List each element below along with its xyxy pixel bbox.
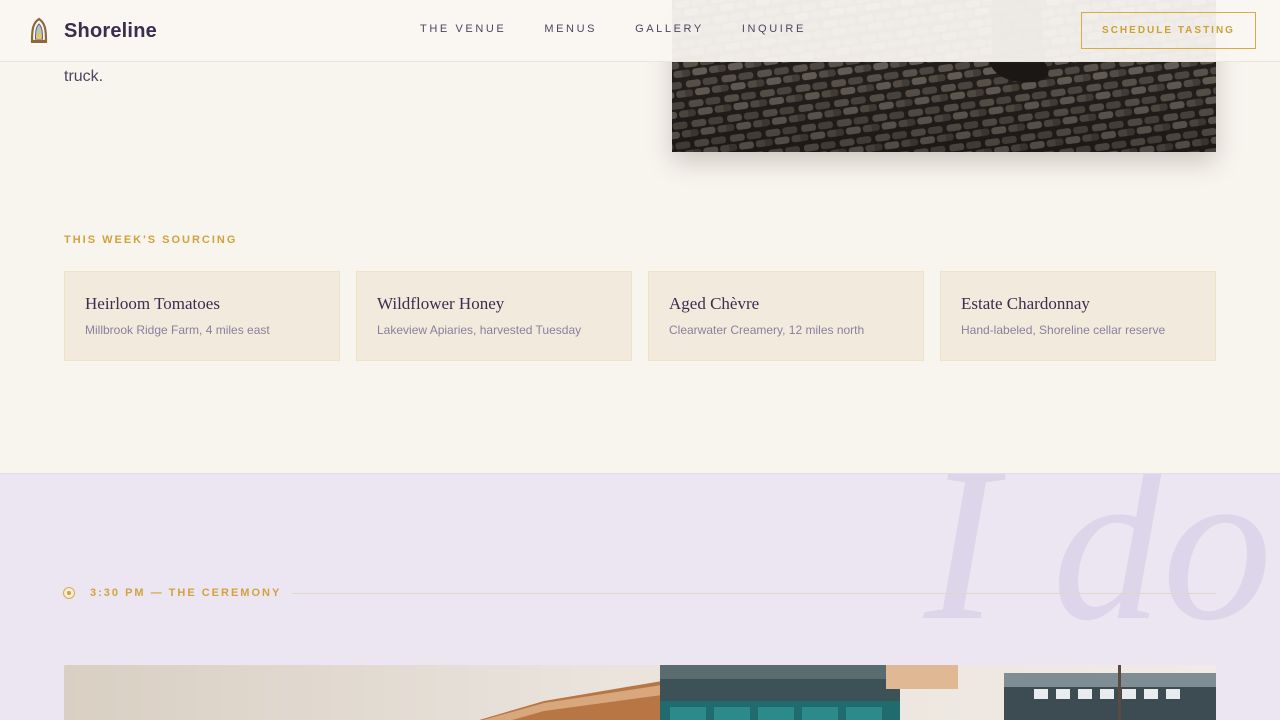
ceremony-watermark: I do: [924, 473, 1273, 666]
sourcing-cards: Heirloom Tomatoes Millbrook Ridge Farm, …: [64, 271, 1216, 361]
page: Shoreline THE VENUE MENUS GALLERY INQUIR…: [0, 0, 1280, 720]
timeline-divider: [292, 593, 1216, 594]
nav-item-menus[interactable]: MENUS: [544, 23, 597, 35]
sourcing-card-detail: Clearwater Creamery, 12 miles north: [669, 323, 865, 337]
nav-item-venue[interactable]: THE VENUE: [420, 23, 506, 35]
sourcing-card: Heirloom Tomatoes Millbrook Ridge Farm, …: [64, 271, 340, 361]
sourcing-card: Estate Chardonnay Hand-labeled, Shorelin…: [940, 271, 1216, 361]
sourcing-heading: THIS WEEK'S SOURCING: [64, 234, 238, 246]
timeline-dot-icon: [63, 587, 75, 599]
sourcing-card-title: Estate Chardonnay: [961, 294, 1090, 313]
sourcing-card-detail: Hand-labeled, Shoreline cellar reserve: [961, 323, 1166, 337]
sourcing-card-title: Heirloom Tomatoes: [85, 294, 220, 313]
sourcing-card: Wildflower Honey Lakeview Apiaries, harv…: [356, 271, 632, 361]
ceremony-time-label: 3:30 PM — THE CEREMONY: [90, 587, 282, 599]
lighthouse-arch-icon: [30, 17, 48, 43]
sourcing-card-title: Wildflower Honey: [377, 294, 505, 313]
ceremony-section: I do 3:30 PM — THE CEREMONY: [0, 473, 1280, 720]
main-nav: THE VENUE MENUS GALLERY INQUIRE: [420, 23, 844, 35]
schedule-tasting-button[interactable]: SCHEDULE TASTING: [1081, 12, 1256, 49]
nav-item-inquire[interactable]: INQUIRE: [742, 23, 806, 35]
brand-logo[interactable]: Shoreline: [28, 17, 157, 45]
sourcing-card-detail: Millbrook Ridge Farm, 4 miles east: [85, 323, 270, 337]
sourcing-card: Aged Chèvre Clearwater Creamery, 12 mile…: [648, 271, 924, 361]
brand-name: Shoreline: [64, 19, 157, 42]
site-header: Shoreline THE VENUE MENUS GALLERY INQUIR…: [0, 0, 1280, 62]
venue-building-photo: [64, 665, 1216, 720]
nav-item-gallery[interactable]: GALLERY: [635, 23, 704, 35]
venue-building-image: [64, 665, 1216, 720]
sourcing-card-detail: Lakeview Apiaries, harvested Tuesday: [377, 323, 582, 337]
intro-text: truck.: [64, 68, 104, 85]
sourcing-card-title: Aged Chèvre: [669, 294, 760, 313]
